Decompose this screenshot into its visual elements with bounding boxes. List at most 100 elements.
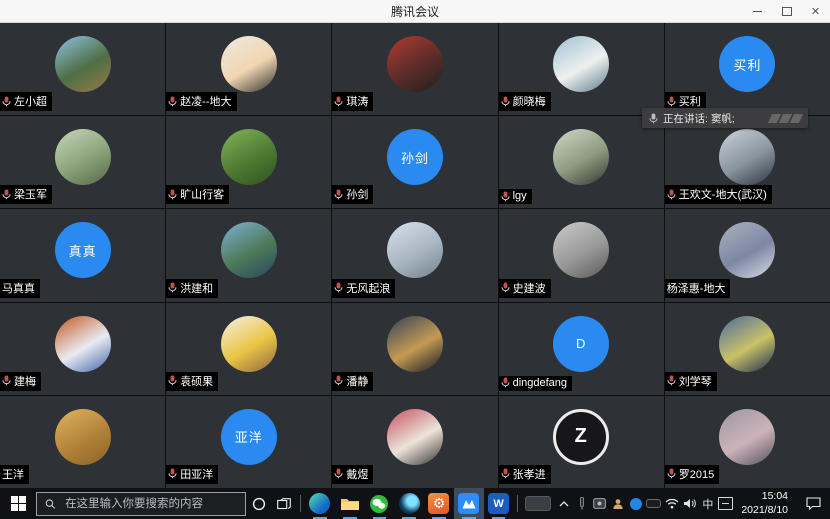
mic-icon [501, 96, 510, 107]
participant-tile-11[interactable]: 真真马真真 [0, 209, 165, 301]
tray-black-pill[interactable] [645, 499, 662, 508]
participant-name: 孙剑 [346, 186, 368, 202]
restore-button[interactable] [772, 0, 801, 22]
speaking-toast: 正在讲话: 窦帆; [642, 108, 808, 128]
avatar-photo [553, 129, 609, 185]
participant-tile-20[interactable]: 刘学琴 [665, 303, 830, 395]
participant-tile-10[interactable]: 王欢文-地大(武汉) [665, 116, 830, 208]
gear-app-icon: ⚙ [428, 493, 449, 514]
participant-tile-24[interactable]: Z张孝进 [499, 396, 664, 488]
participant-name-tag: 史建波 [499, 279, 551, 298]
participant-name: 建梅 [14, 373, 36, 389]
participant-tile-9[interactable]: lgy [499, 116, 664, 208]
tray-ime[interactable]: 中 [699, 496, 716, 512]
participant-tile-8[interactable]: 孙剑孙剑 [332, 116, 497, 208]
start-button[interactable] [0, 488, 36, 519]
participant-tile-14[interactable]: 史建波 [499, 209, 664, 301]
task-view-button[interactable] [271, 488, 296, 519]
participant-tile-3[interactable]: 琪涛 [332, 23, 497, 115]
participant-name: 买利 [679, 93, 701, 109]
avatar-initials: 买利 [719, 36, 775, 92]
participant-tile-12[interactable]: 洪建和 [166, 209, 331, 301]
start-icon [11, 496, 26, 511]
avatar-text: 买利 [733, 55, 761, 74]
tray-blue-app[interactable] [627, 498, 644, 510]
mic-icon [2, 375, 11, 386]
wechat-icon [369, 494, 389, 514]
action-center-icon [806, 497, 821, 510]
participant-name-tag: 潘静 [332, 372, 373, 391]
taskbar-app-circle[interactable] [394, 488, 424, 519]
participant-name: 戴煜 [346, 466, 368, 482]
widget-pill-icon [525, 496, 551, 511]
tray-volume[interactable] [681, 498, 698, 509]
participant-tile-2[interactable]: 赵凌--地大 [166, 23, 331, 115]
tray-network[interactable] [663, 498, 680, 509]
taskbar-app-gear[interactable]: ⚙ [424, 488, 454, 519]
avatar-photo [221, 36, 277, 92]
mic-icon [168, 282, 177, 293]
clock-date: 2021/8/10 [741, 504, 788, 517]
circle-app-icon [399, 493, 420, 514]
black-pill-icon [646, 499, 661, 508]
mic-icon [2, 96, 11, 107]
participant-name: 张孝进 [513, 466, 546, 482]
search-icon [45, 498, 56, 510]
tencent-meeting-window: 腾讯会议 ✕ 左小超赵凌--地大琪涛颜晓梅买利买利梁玉军旷山行客孙剑孙剑lgy王… [0, 0, 830, 519]
taskbar-app-wechat[interactable] [365, 488, 395, 519]
tray-person[interactable] [609, 498, 626, 510]
participant-name-tag: 袁硕果 [166, 372, 218, 391]
taskbar-app-edge[interactable] [305, 488, 335, 519]
taskbar-app-file-explorer[interactable] [335, 488, 365, 519]
participant-tile-22[interactable]: 亚洋田亚洋 [166, 396, 331, 488]
participant-tile-19[interactable]: Ddingdefang [499, 303, 664, 395]
close-button[interactable]: ✕ [801, 0, 830, 22]
participant-tile-17[interactable]: 袁硕果 [166, 303, 331, 395]
cortana-button[interactable] [246, 488, 271, 519]
search-input[interactable] [63, 497, 237, 511]
participant-tile-16[interactable]: 建梅 [0, 303, 165, 395]
avatar-photo [221, 129, 277, 185]
wifi-icon [665, 498, 679, 509]
avatar-photo [387, 316, 443, 372]
mic-icon [667, 468, 676, 479]
participant-tile-6[interactable]: 梁玉军 [0, 116, 165, 208]
taskbar-separator [517, 495, 518, 512]
action-center-button[interactable] [796, 497, 830, 510]
screenshot-icon [593, 498, 606, 509]
minimize-button[interactable] [743, 0, 772, 22]
avatar-photo [55, 129, 111, 185]
participant-tile-4[interactable]: 颜晓梅 [499, 23, 664, 115]
participant-name: 王欢文-地大(武汉) [679, 186, 767, 202]
taskbar-search[interactable] [36, 492, 246, 516]
avatar-initials: 亚洋 [221, 409, 277, 465]
participant-name-tag: 杨泽惠-地大 [665, 279, 731, 298]
avatar-initials: 真真 [55, 222, 111, 278]
participant-tile-21[interactable]: 王洋 [0, 396, 165, 488]
mic-icon [334, 468, 343, 479]
tray-overflow[interactable] [555, 501, 572, 507]
participant-name-tag: 赵凌--地大 [166, 92, 236, 111]
participant-tile-18[interactable]: 潘静 [332, 303, 497, 395]
participant-name: 赵凌--地大 [180, 93, 231, 109]
participant-name-tag: 无风起浪 [332, 279, 395, 298]
participant-tile-15[interactable]: 杨泽惠-地大 [665, 209, 830, 301]
participant-tile-5[interactable]: 买利买利 [665, 23, 830, 115]
participant-tile-13[interactable]: 无风起浪 [332, 209, 497, 301]
taskbar-clock[interactable]: 15:04 2021/8/10 [741, 490, 788, 516]
taskbar-app-tencent-meeting[interactable] [454, 488, 484, 519]
tray-screenshot[interactable] [591, 498, 608, 509]
avatar-photo [221, 316, 277, 372]
participant-name-tag: 旷山行客 [166, 185, 229, 204]
tray-widget[interactable] [522, 496, 554, 511]
avatar-photo [719, 129, 775, 185]
taskbar-app-word[interactable]: W [484, 488, 514, 519]
participant-name: 王洋 [2, 466, 24, 482]
participant-tile-25[interactable]: 罗2015 [665, 396, 830, 488]
participant-tile-7[interactable]: 旷山行客 [166, 116, 331, 208]
participant-tile-23[interactable]: 戴煜 [332, 396, 497, 488]
participant-name: 杨泽惠-地大 [667, 280, 726, 296]
participant-tile-1[interactable]: 左小超 [0, 23, 165, 115]
tray-pen[interactable] [573, 497, 590, 510]
tray-touch-keyboard[interactable] [717, 497, 734, 510]
